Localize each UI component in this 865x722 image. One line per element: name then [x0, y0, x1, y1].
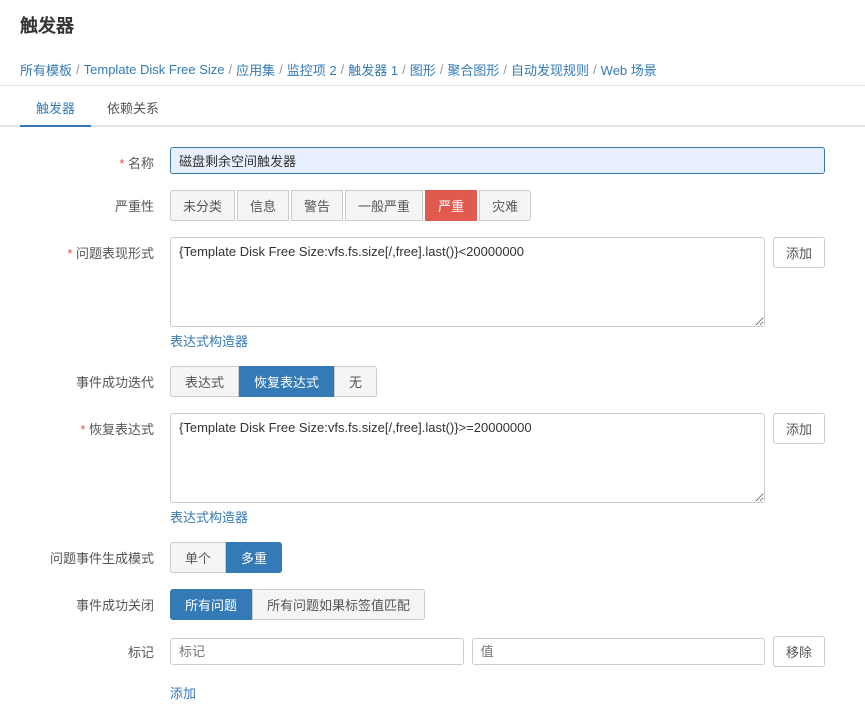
name-input[interactable]: [170, 147, 825, 174]
breadcrumb-aggregate[interactable]: 聚合图形: [447, 60, 499, 79]
form-container: 名称 严重性 未分类 信息 警告 一般严重 严重 灾难 问题表现形式 添加 表达…: [0, 127, 865, 722]
breadcrumb-discovery[interactable]: 自动发现规则: [511, 60, 589, 79]
event-recovery-btn[interactable]: 恢复表达式: [239, 366, 334, 397]
name-field-wrapper: [170, 147, 825, 174]
event-close-label: 事件成功关闭: [40, 589, 170, 614]
event-none-btn[interactable]: 无: [334, 366, 377, 397]
problem-mode-row: 问题事件生成模式 单个 多重: [40, 542, 825, 573]
breadcrumb-all-templates[interactable]: 所有模板: [20, 60, 72, 79]
recovery-expr-wrapper: 添加 表达式构造器: [170, 413, 825, 526]
tag-wrapper: 移除: [170, 636, 825, 667]
event-close-group: 所有问题 所有问题如果标签值匹配: [170, 589, 825, 620]
page-title: 触发器: [20, 12, 845, 38]
problem-expr-wrapper: 添加 表达式构造器: [170, 237, 825, 350]
severity-unclassified[interactable]: 未分类: [170, 190, 235, 221]
name-label: 名称: [40, 147, 170, 172]
breadcrumb-graph[interactable]: 图形: [410, 60, 436, 79]
event-success-group: 表达式 恢复表达式 无: [170, 366, 825, 397]
breadcrumb: 所有模板 / Template Disk Free Size / 应用集 / 监…: [0, 54, 865, 86]
tab-trigger[interactable]: 触发器: [20, 90, 91, 127]
add-problem-btn[interactable]: 添加: [773, 237, 825, 268]
breadcrumb-web[interactable]: Web 场景: [601, 60, 657, 79]
problem-expr-textarea[interactable]: [170, 237, 765, 327]
recovery-expr-textarea[interactable]: [170, 413, 765, 503]
severity-warning[interactable]: 警告: [291, 190, 343, 221]
event-close-row: 事件成功关闭 所有问题 所有问题如果标签值匹配: [40, 589, 825, 620]
expr-builder-link[interactable]: 表达式构造器: [170, 331, 248, 350]
breadcrumb-trigger[interactable]: 触发器 1: [348, 60, 398, 79]
problem-mode-label: 问题事件生成模式: [40, 542, 170, 567]
breadcrumb-app[interactable]: 应用集: [236, 60, 275, 79]
severity-info[interactable]: 信息: [237, 190, 289, 221]
severity-average[interactable]: 一般严重: [345, 190, 423, 221]
mode-single-btn[interactable]: 单个: [170, 542, 226, 573]
tag-value-input[interactable]: [472, 638, 766, 665]
event-expr-btn[interactable]: 表达式: [170, 366, 239, 397]
add-recovery-btn[interactable]: 添加: [773, 413, 825, 444]
expr-builder2-link[interactable]: 表达式构造器: [170, 507, 248, 526]
problem-expr-label: 问题表现形式: [40, 237, 170, 262]
add-tag-link[interactable]: 添加: [170, 683, 825, 702]
tag-row: 标记 移除: [40, 636, 825, 667]
breadcrumb-monitor[interactable]: 监控项 2: [287, 60, 337, 79]
recovery-expr-row: 恢复表达式 添加 表达式构造器: [40, 413, 825, 526]
problem-mode-group: 单个 多重: [170, 542, 825, 573]
tag-label: 标记: [40, 636, 170, 661]
breadcrumb-template[interactable]: Template Disk Free Size: [84, 62, 225, 77]
mode-multiple-btn[interactable]: 多重: [226, 542, 282, 573]
tab-navigation: 触发器 依赖关系: [0, 90, 865, 127]
problem-expr-row: 问题表现形式 添加 表达式构造器: [40, 237, 825, 350]
name-row: 名称: [40, 147, 825, 174]
event-success-label: 事件成功迭代: [40, 366, 170, 391]
close-all-btn[interactable]: 所有问题: [170, 589, 252, 620]
severity-disaster[interactable]: 灾难: [479, 190, 531, 221]
recovery-expr-label: 恢复表达式: [40, 413, 170, 438]
tag-name-input[interactable]: [170, 638, 464, 665]
severity-group: 未分类 信息 警告 一般严重 严重 灾难: [170, 190, 825, 221]
tab-dependency[interactable]: 依赖关系: [91, 90, 175, 127]
severity-high[interactable]: 严重: [425, 190, 477, 221]
remove-tag-btn[interactable]: 移除: [773, 636, 825, 667]
severity-row: 严重性 未分类 信息 警告 一般严重 严重 灾难: [40, 190, 825, 221]
close-tag-match-btn[interactable]: 所有问题如果标签值匹配: [252, 589, 425, 620]
event-success-row: 事件成功迭代 表达式 恢复表达式 无: [40, 366, 825, 397]
severity-label: 严重性: [40, 190, 170, 215]
